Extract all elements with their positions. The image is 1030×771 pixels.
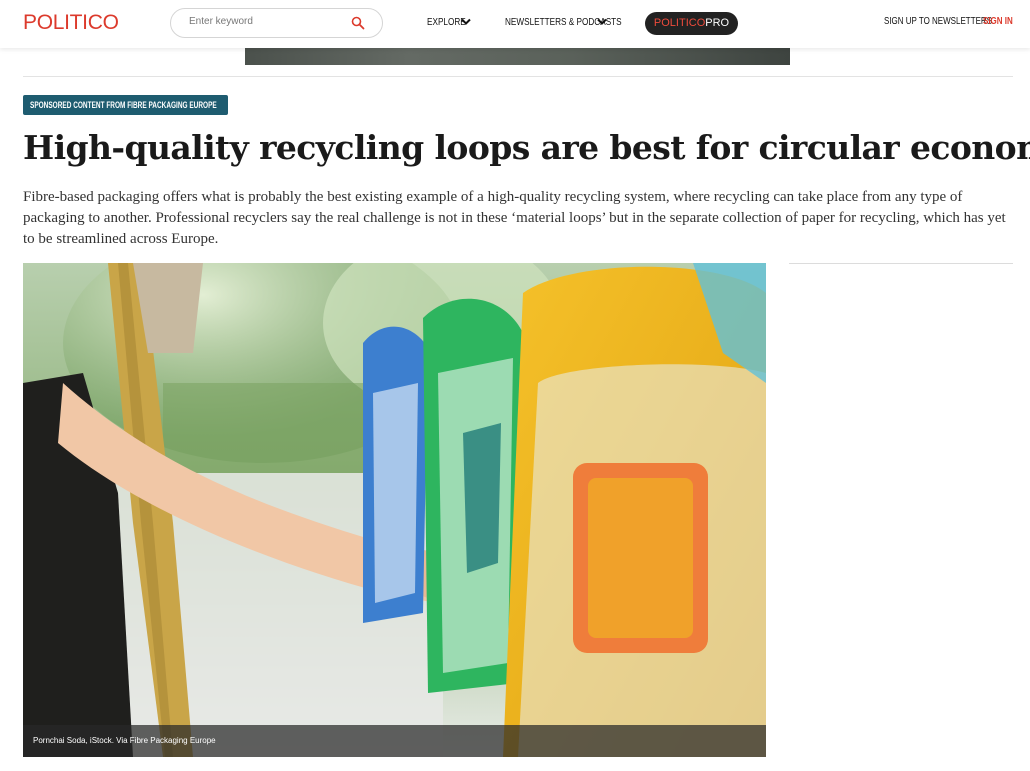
sponsored-badge-label: SPONSORED CONTENT FROM FIBRE PACKAGING E… bbox=[30, 100, 217, 110]
search-icon[interactable] bbox=[351, 16, 365, 30]
image-caption: Pornchai Soda, iStock. Via Fibre Packagi… bbox=[33, 736, 216, 745]
recycling-bins-photo bbox=[23, 263, 766, 757]
pro-label-politico: POLITICO bbox=[653, 17, 706, 29]
politico-logo[interactable]: POLITICO bbox=[23, 11, 119, 35]
chevron-down-icon[interactable] bbox=[596, 17, 608, 27]
advertisement-banner[interactable] bbox=[245, 48, 790, 65]
search-input[interactable] bbox=[189, 16, 339, 27]
chevron-down-icon[interactable] bbox=[460, 17, 472, 27]
divider bbox=[23, 76, 1013, 77]
site-header: POLITICO EXPLORE NEWSLETTERS & PODCASTS … bbox=[0, 0, 1030, 48]
search-box[interactable] bbox=[170, 8, 383, 38]
image-caption-bar: Pornchai Soda, iStock. Via Fibre Packagi… bbox=[23, 725, 766, 757]
sponsored-badge[interactable]: SPONSORED CONTENT FROM FIBRE PACKAGING E… bbox=[23, 95, 228, 115]
signup-newsletters-link[interactable]: SIGN UP TO NEWSLETTERS bbox=[884, 16, 992, 27]
pro-label-pro: PRO bbox=[705, 17, 730, 29]
hero-image: Pornchai Soda, iStock. Via Fibre Packagi… bbox=[23, 263, 766, 757]
sign-in-link[interactable]: SIGN IN bbox=[983, 16, 1013, 27]
article-headline: High-quality recycling loops are best fo… bbox=[23, 128, 1030, 167]
politico-pro-button[interactable]: POLITICOPRO bbox=[645, 12, 738, 35]
article-dek: Fibre-based packaging offers what is pro… bbox=[23, 189, 1006, 247]
sidebar-divider bbox=[789, 263, 1013, 264]
